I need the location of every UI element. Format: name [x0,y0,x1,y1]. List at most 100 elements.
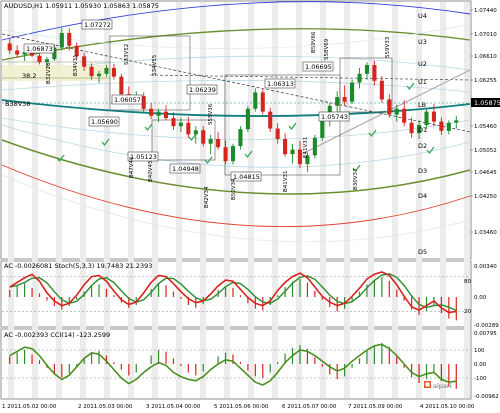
price-tick-label: 1.03460 [474,230,497,236]
candle-body [37,55,42,63]
candle-body [320,120,325,138]
level-box-value: 1.06695 [305,63,332,71]
level-box-value: 1.06873 [26,45,53,53]
sr-label: D3 [418,167,427,175]
candle [119,73,124,98]
rotated-label: S58V69 [324,38,330,60]
level-box: 1.06695 [302,61,334,72]
stoch-level-label: 20 [464,309,471,315]
level-box-value: 1.04948 [172,165,199,173]
candle [238,126,243,150]
stoch-panel [0,260,472,328]
rotated-label: B30V37 [353,168,359,190]
price-tick-label: 1.07440 [474,8,497,14]
candle-body [454,120,459,123]
candle-body [178,122,183,127]
current-price-marker: 1.05875 [471,98,500,107]
candle-body [446,122,451,131]
cci-axis: 0.00795 100 0.00 -100 -0.00962 [474,331,499,400]
level-box-value: 1.05743 [321,113,348,121]
candle-body [119,76,124,95]
candle-body [342,97,347,102]
candle-body [89,66,94,77]
level-box: 1.05743 [318,111,350,122]
date-axis: 1 2011.05.02 00:00 2 2011.05.03 00:00 3 20… [2,404,475,410]
sr-label: U4 [418,12,427,20]
level-box-value: 1.06057 [114,96,141,104]
level-box: 1.06239 [186,84,218,95]
date-label: 4 2011.05.10 00:00 [420,404,475,410]
fib-zone [2,65,110,81]
cci-label: AC -0.002393 CCI(14) -123.2599 [4,331,110,339]
rotated-label: S55V36 [208,103,214,125]
candle-body [364,65,370,74]
sr-label: D4 [418,192,427,200]
sr-label: U2 [418,60,427,68]
level-box-value: 1.06239 [189,86,216,94]
date-label: 3 2011.05.04 00:00 [146,404,201,410]
rotated-label: B40V45 [148,160,154,182]
session-band [368,2,374,398]
candle [350,79,355,105]
sr-label: D5 [418,248,427,256]
candle-body [44,59,49,63]
rotated-label: B59V66 [311,31,317,53]
price-axis: 1.07440 1.07010 1.06610 1.06255 1.05460 1.050… [470,8,497,236]
cci-tick-label: 100 [474,348,485,354]
candle-body [238,129,243,147]
candle-body [387,99,392,115]
stoch-tick-label: 0.00340 [474,264,497,270]
date-label: 7 2011.05.09 00:00 [348,404,403,410]
stoch-tick-label: 0.00 [474,295,487,301]
session-band [176,2,182,398]
fib-label: 38.2 [22,72,36,80]
candle-body [171,118,176,127]
session-band [248,2,254,398]
level-box: 1.05690 [88,116,120,127]
candle-body [409,122,414,134]
level-box: 1.06873 [23,43,55,54]
candle-body [335,97,340,106]
candle-body [208,139,213,144]
candle-body [111,67,116,77]
price-tick-label: 1.07010 [474,32,497,38]
candle-body [253,92,258,109]
level-box-value: 1.06313 [267,80,294,88]
candle-body [312,137,317,156]
candle-body [82,56,87,67]
candle-body [379,80,384,100]
level-box: 1.07272 [81,19,113,30]
price-tick-label: 1.04250 [474,194,497,200]
candle-body [283,139,288,155]
symbol-info: AUDUSD,H1 1.05911 1.05930 1.05863 1.0587… [4,2,159,10]
rotated-label: S34V55 [152,54,158,76]
candle-body [372,65,377,81]
rotated-label: B42V34 [204,186,210,208]
candle-body [275,128,280,140]
candle-body [350,82,355,102]
price-tick-label: 1.06255 [474,78,497,84]
price-tick-label: 1.05052 [474,148,497,154]
sr-label: U1 [418,78,427,86]
level-box-value: 1.04815 [233,173,260,181]
rotated-label: S59V33 [385,36,391,58]
candle-body [59,32,64,48]
sr-label: D2 [418,142,427,150]
candle [260,88,265,115]
candle-body [424,111,429,126]
sr-label: D1 [418,126,427,134]
rotated-label: E41V31 [303,137,309,158]
level-box: 1.06313 [264,78,296,89]
price-tick-label: 1.06610 [474,54,497,60]
candle-body [290,149,295,155]
rotated-label: B50V34 [231,178,237,200]
stoch-tick-label: -0.00289 [474,323,499,329]
rotated-label: B32V26 [46,62,52,84]
session-band [224,2,230,398]
candle-body [297,149,303,165]
date-label: 6 2011.05.07 00:00 [282,404,337,410]
candle-body [104,67,109,74]
level-box: 1.04948 [169,163,201,174]
candle-body [15,50,20,55]
watermark-text: alpari [433,382,452,390]
